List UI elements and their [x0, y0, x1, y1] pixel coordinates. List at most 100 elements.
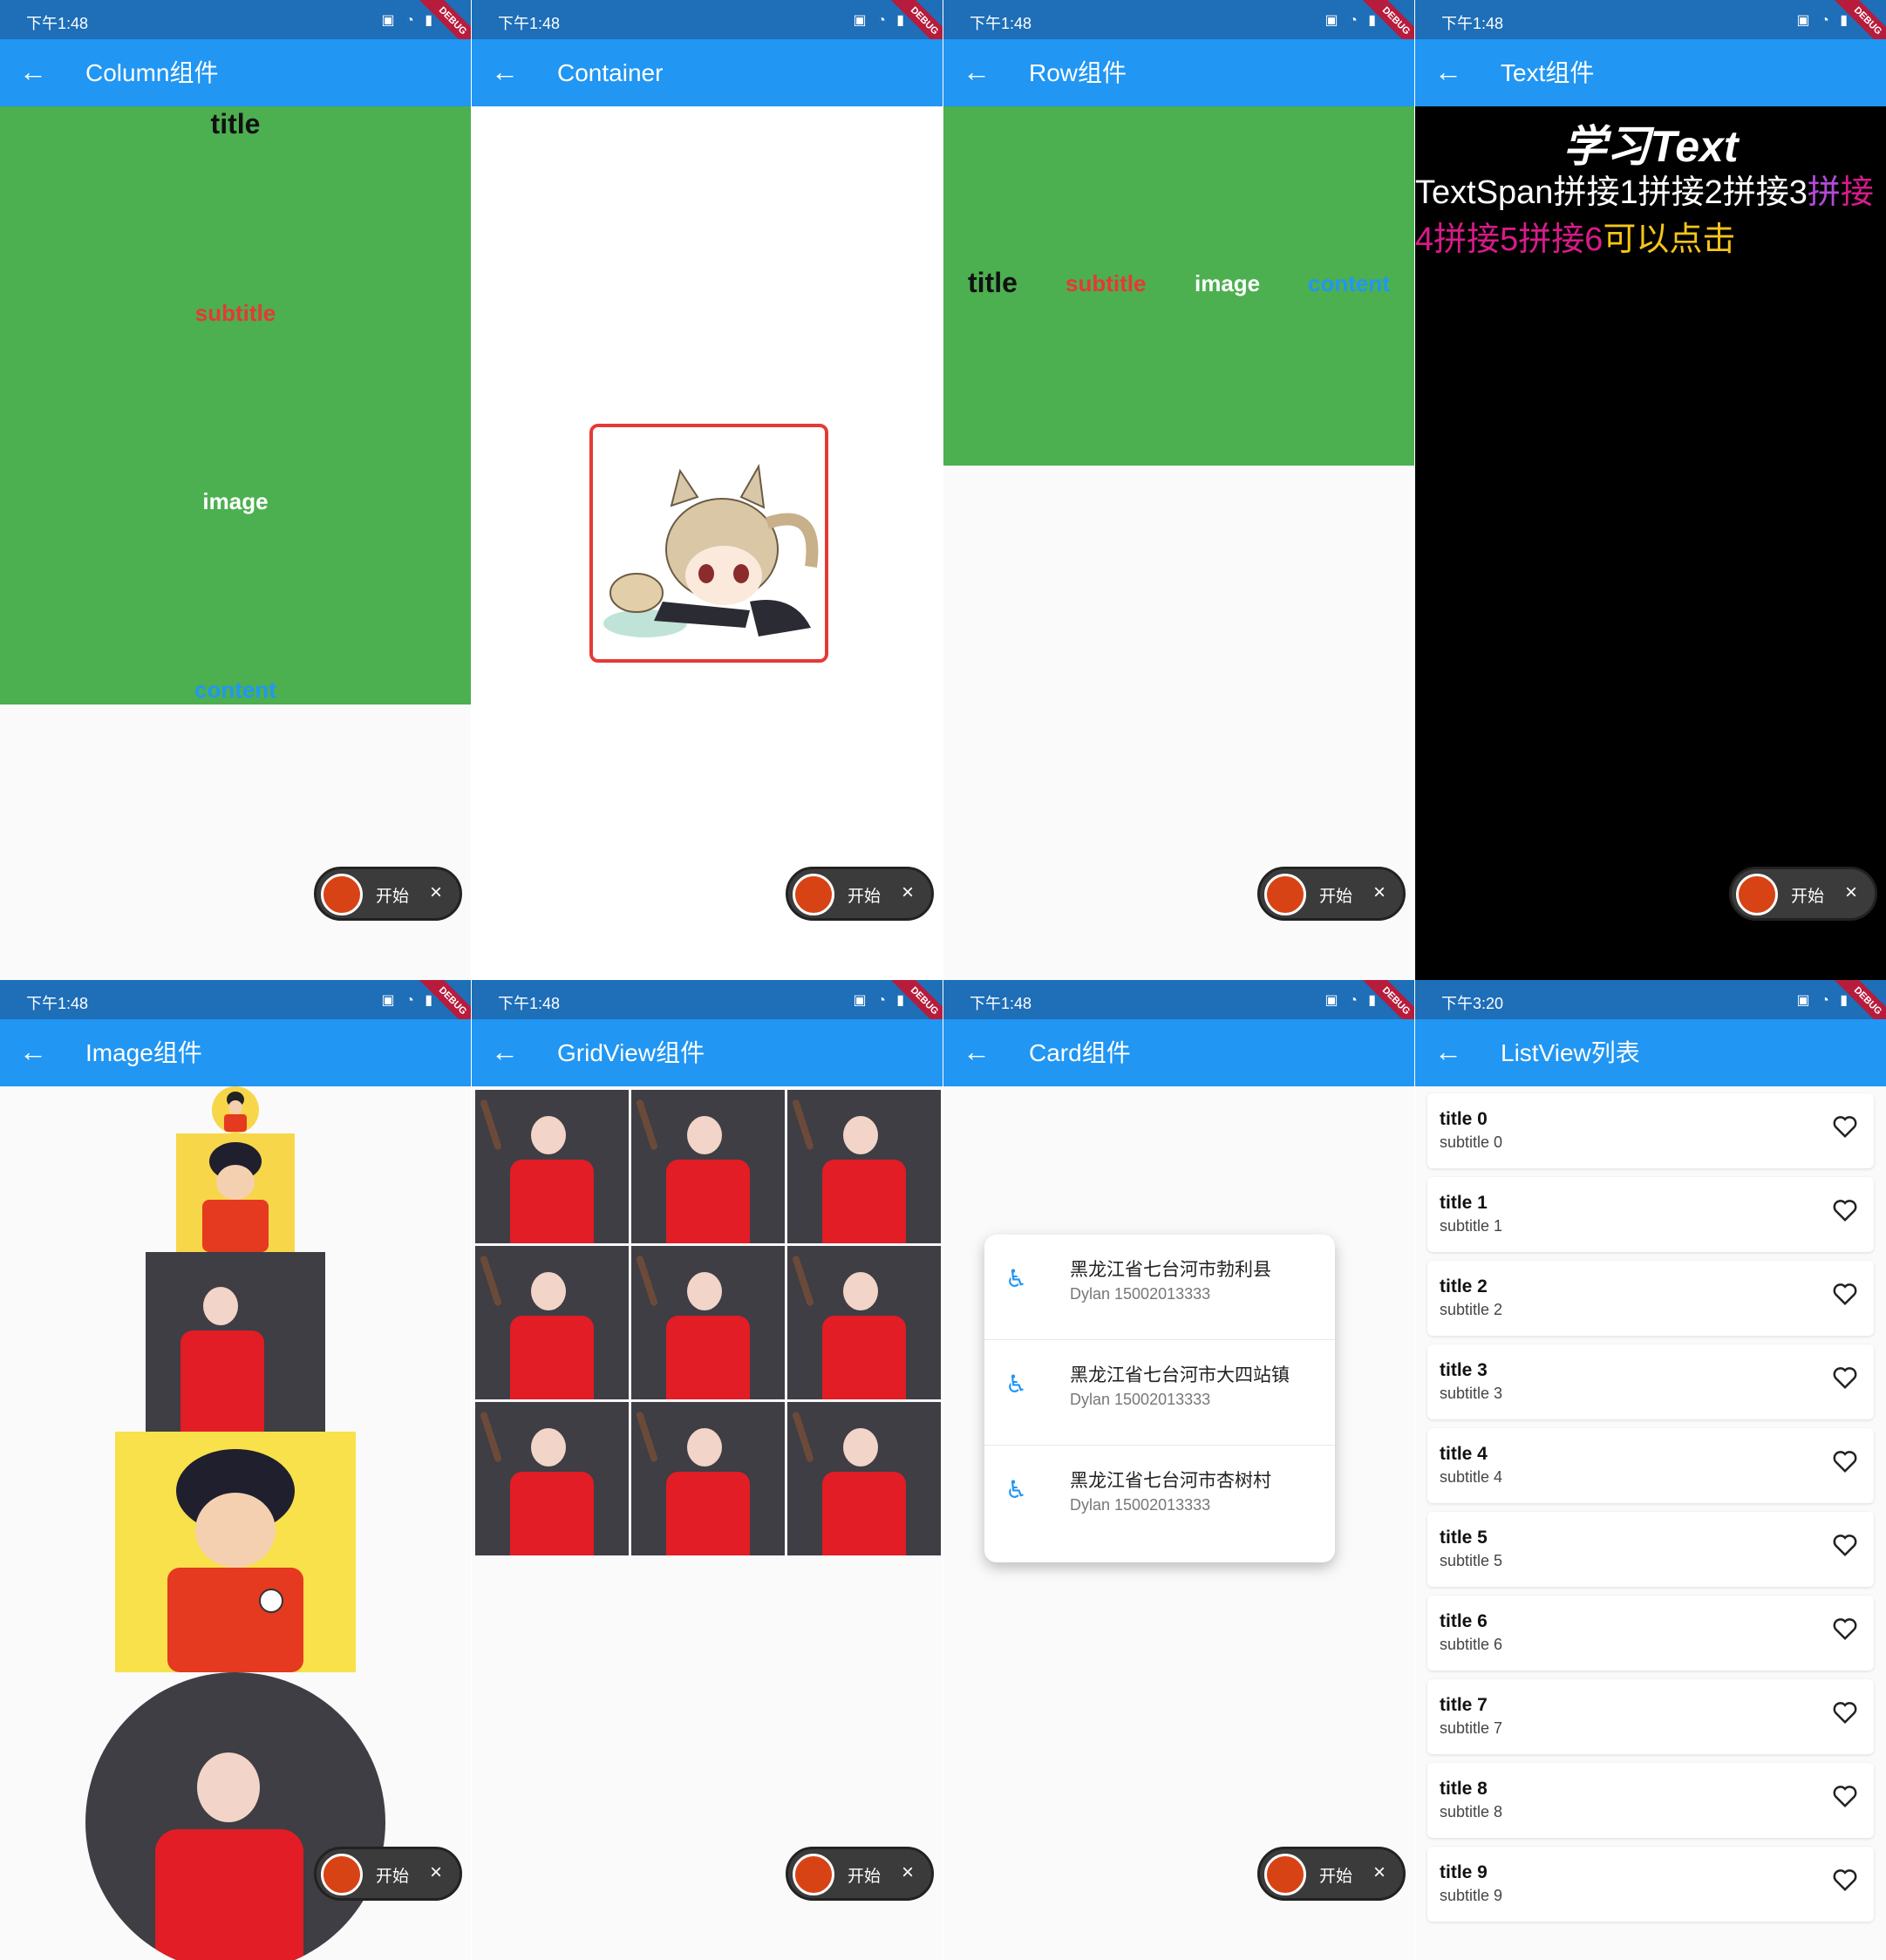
heart-icon[interactable] — [1832, 1533, 1858, 1562]
list-item[interactable]: title 9 subtitle 9 — [1427, 1847, 1874, 1922]
list-item[interactable]: title 1 subtitle 1 — [1427, 1177, 1874, 1252]
record-icon — [321, 1854, 363, 1895]
card-screen: 下午1:48 ▣ ◔ ▮ DEBUG ← Card组件 ♿ 黑龙江省七台河市勃利县 Dyl… — [943, 980, 1414, 1960]
close-icon[interactable]: × — [1373, 881, 1386, 905]
page-body — [472, 1086, 943, 1960]
card-row[interactable]: ♿ 黑龙江省七台河市大四站镇 Dylan 15002013333 — [984, 1340, 1335, 1446]
app-bar: ← Container — [472, 39, 943, 106]
back-arrow-icon[interactable]: ← — [963, 57, 991, 86]
card-row-subtitle: Dylan 15002013333 — [1070, 1496, 1211, 1514]
column-subtitle: subtitle — [194, 300, 276, 326]
record-icon — [1264, 1854, 1306, 1895]
status-time: 下午1:48 — [26, 995, 89, 1012]
start-fab[interactable]: 开始 × — [786, 1847, 934, 1901]
column-image-label: image — [202, 488, 269, 514]
back-arrow-icon[interactable]: ← — [491, 1037, 519, 1066]
status-bar: 下午1:48 ▣ ◔ ▮ DEBUG — [943, 0, 1414, 55]
back-arrow-icon[interactable]: ← — [19, 1037, 47, 1066]
card-row-title: 黑龙江省七台河市杏树村 — [1070, 1471, 1271, 1491]
close-icon[interactable]: × — [902, 1861, 914, 1885]
close-icon[interactable]: × — [902, 881, 914, 905]
girl-photo-circle — [85, 1672, 385, 1960]
status-time: 下午1:48 — [26, 15, 89, 32]
record-icon — [793, 874, 834, 915]
grid-photo-tile[interactable] — [631, 1090, 785, 1243]
back-arrow-icon[interactable]: ← — [1434, 1037, 1462, 1066]
close-icon[interactable]: × — [1845, 881, 1857, 905]
back-arrow-icon[interactable]: ← — [1434, 57, 1462, 86]
start-fab[interactable]: 开始 × — [1257, 1847, 1406, 1901]
list-item[interactable]: title 5 subtitle 5 — [1427, 1512, 1874, 1587]
grid-photo-tile[interactable] — [475, 1402, 629, 1555]
status-time: 下午3:20 — [1441, 995, 1504, 1012]
status-icons: ▣ ◔ ▮ — [853, 13, 908, 28]
status-time: 下午1:48 — [970, 15, 1032, 32]
list-item[interactable]: title 3 subtitle 3 — [1427, 1344, 1874, 1419]
heart-icon[interactable] — [1832, 1868, 1858, 1896]
app-bar: ← GridView组件 — [472, 1019, 943, 1086]
status-bar: 下午1:48 ▣ ◔ ▮ DEBUG — [1415, 0, 1886, 55]
list-item-title: title 8 — [1440, 1779, 1488, 1799]
text-span-2: 拼 — [1807, 174, 1841, 211]
grid-photo-tile[interactable] — [475, 1246, 629, 1399]
goku-avatar-small — [212, 1086, 259, 1133]
page-body — [0, 1086, 471, 1960]
heart-icon[interactable] — [1832, 1282, 1858, 1310]
back-arrow-icon[interactable]: ← — [963, 1037, 991, 1066]
list-item[interactable]: title 6 subtitle 6 — [1427, 1596, 1874, 1671]
text-heading: 学习Text — [1563, 122, 1739, 171]
close-icon[interactable]: × — [1373, 1861, 1386, 1885]
status-icons: ▣ ◔ ▮ — [1324, 13, 1379, 28]
close-icon[interactable]: × — [430, 1861, 442, 1885]
girl-photo-medium — [146, 1252, 325, 1432]
row-screen: 下午1:48 ▣ ◔ ▮ DEBUG ← Row组件 title subtitle i… — [943, 0, 1414, 980]
list-item[interactable]: title 4 subtitle 4 — [1427, 1428, 1874, 1503]
card-row[interactable]: ♿ 黑龙江省七台河市勃利县 Dylan 15002013333 — [984, 1235, 1335, 1340]
list-item-subtitle: subtitle 3 — [1440, 1385, 1503, 1402]
text-span-paragraph[interactable]: TextSpan拼接1拼接2拼接3拼接4拼接5拼接6可以点击 — [1415, 169, 1886, 263]
heart-icon[interactable] — [1832, 1365, 1858, 1394]
page-title: Column组件 — [85, 59, 219, 86]
list-item[interactable]: title 2 subtitle 2 — [1427, 1261, 1874, 1336]
page-body: title subtitle image content — [0, 106, 471, 980]
list-item[interactable]: title 0 subtitle 0 — [1427, 1093, 1874, 1168]
heart-icon[interactable] — [1832, 1198, 1858, 1227]
grid-photo-tile[interactable] — [787, 1246, 941, 1399]
start-fab[interactable]: 开始 × — [1729, 867, 1877, 921]
row-content: content — [1308, 270, 1390, 296]
heart-icon[interactable] — [1832, 1784, 1858, 1813]
heart-icon[interactable] — [1832, 1449, 1858, 1478]
list-item-subtitle: subtitle 2 — [1440, 1301, 1503, 1318]
list-item-title: title 7 — [1440, 1695, 1488, 1715]
start-fab[interactable]: 开始 × — [314, 1847, 462, 1901]
page-body: title subtitle image content — [943, 106, 1414, 980]
start-fab[interactable]: 开始 × — [314, 867, 462, 921]
back-arrow-icon[interactable]: ← — [491, 57, 519, 86]
page-title: Card组件 — [1029, 1039, 1131, 1066]
start-fab[interactable]: 开始 × — [786, 867, 934, 921]
grid-photo-tile[interactable] — [475, 1090, 629, 1243]
card-row[interactable]: ♿ 黑龙江省七台河市杏树村 Dylan 15002013333 — [984, 1446, 1335, 1551]
status-icons: ▣ ◔ ▮ — [381, 13, 436, 28]
text-span-clickable[interactable]: 可以点击 — [1603, 221, 1735, 258]
record-icon — [321, 874, 363, 915]
list-item[interactable]: title 8 subtitle 8 — [1427, 1763, 1874, 1838]
page-title: Container — [557, 59, 664, 86]
back-arrow-icon[interactable]: ← — [19, 57, 47, 86]
grid-photo-tile[interactable] — [787, 1402, 941, 1555]
accessibility-icon: ♿ — [1005, 1265, 1028, 1292]
heart-icon[interactable] — [1832, 1114, 1858, 1143]
list-item[interactable]: title 7 subtitle 7 — [1427, 1679, 1874, 1754]
heart-icon[interactable] — [1832, 1616, 1858, 1645]
grid-photo-tile[interactable] — [631, 1402, 785, 1555]
close-icon[interactable]: × — [430, 881, 442, 905]
start-fab[interactable]: 开始 × — [1257, 867, 1406, 921]
grid-photo-tile[interactable] — [631, 1246, 785, 1399]
fab-label: 开始 — [1791, 888, 1825, 906]
app-bar: ← Column组件 — [0, 39, 471, 106]
heart-icon[interactable] — [1832, 1700, 1858, 1729]
grid-photo-tile[interactable] — [787, 1090, 941, 1243]
fab-label: 开始 — [1319, 1868, 1353, 1886]
page-title: ListView列表 — [1501, 1039, 1640, 1066]
record-icon — [793, 1854, 834, 1895]
